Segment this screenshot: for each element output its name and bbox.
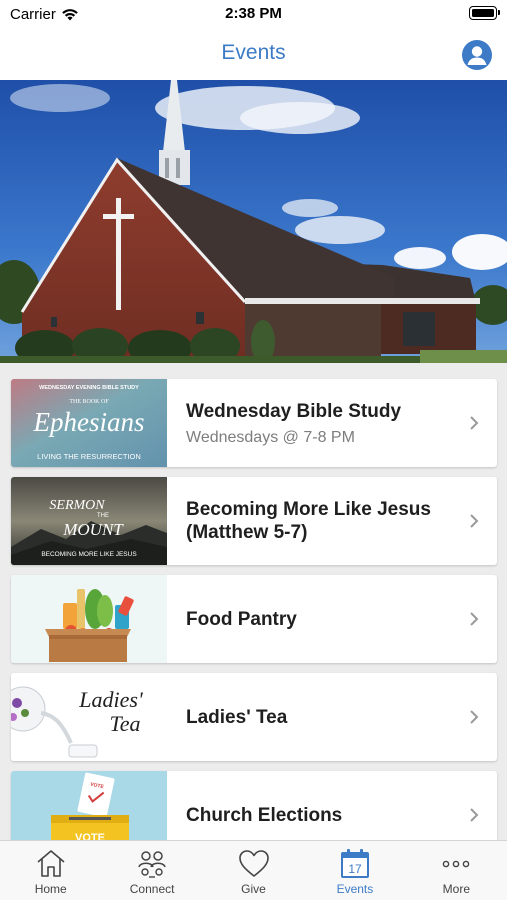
status-bar: Carrier 2:38 PM xyxy=(0,0,507,28)
calendar-icon: 17 xyxy=(340,849,369,878)
tab-give[interactable]: Give xyxy=(203,841,304,900)
chevron-right-icon xyxy=(470,514,479,528)
thumb-bottom-text: LIVING THE RESURRECTION xyxy=(37,452,141,461)
thumb-top-text: WEDNESDAY EVENING BIBLE STUDY xyxy=(39,385,139,391)
navigation-bar: Events xyxy=(0,28,507,80)
ephesians-thumbnail: WEDNESDAY EVENING BIBLE STUDY THE BOOK O… xyxy=(11,379,167,467)
event-card-becoming-more-like-jesus[interactable]: SERMON THE MOUNT BECOMING MORE LIKE JESU… xyxy=(11,477,497,565)
battery-icon xyxy=(469,6,500,20)
heart-icon xyxy=(238,850,269,877)
ballot-box-text: VOTE xyxy=(75,832,105,840)
thumb-line1-text: Ladies' xyxy=(78,687,143,712)
chevron-right-icon xyxy=(470,612,479,626)
thumb-mid-text: THE BOOK OF xyxy=(69,399,109,405)
calendar-day: 17 xyxy=(348,862,362,876)
tab-bar: Home Connect Give 17 Events More xyxy=(0,840,507,900)
teapot-thumbnail: Ladies' Tea xyxy=(11,673,167,761)
church-hero-image xyxy=(0,80,507,363)
page-title: Events xyxy=(221,41,286,64)
chevron-right-icon xyxy=(470,416,479,430)
thumb-line3-text: MOUNT xyxy=(62,520,124,539)
clock: 2:38 PM xyxy=(225,5,282,22)
event-card-church-elections[interactable]: VOTE VOTE Church Elections xyxy=(11,771,497,840)
chevron-right-icon xyxy=(470,808,479,822)
tab-label: Give xyxy=(241,882,266,896)
event-card-food-pantry[interactable]: Food Pantry xyxy=(11,575,497,663)
ballot-box-thumbnail: VOTE VOTE xyxy=(11,771,167,840)
tab-more[interactable]: More xyxy=(406,841,507,900)
thumb-line1-text: SERMON xyxy=(49,498,105,513)
tab-label: Events xyxy=(336,882,374,896)
event-title: Church Elections xyxy=(186,804,343,826)
event-subtitle: Wednesdays @ 7-8 PM xyxy=(186,428,355,446)
event-card-ladies-tea[interactable]: Ladies' Tea Ladies' Tea xyxy=(11,673,497,761)
thumb-main-text: Ephesians xyxy=(33,407,145,437)
tab-events[interactable]: 17 Events xyxy=(304,841,405,900)
profile-icon[interactable] xyxy=(462,40,492,70)
event-card-wednesday-bible-study[interactable]: WEDNESDAY EVENING BIBLE STUDY THE BOOK O… xyxy=(11,379,497,467)
tab-connect[interactable]: Connect xyxy=(101,841,202,900)
chevron-right-icon xyxy=(470,710,479,724)
home-icon xyxy=(37,850,65,877)
thumb-line2-text: Tea xyxy=(110,711,141,736)
tab-label: More xyxy=(442,882,470,896)
event-title: Becoming More Like Jesus (Matthew 5-7) xyxy=(186,499,431,543)
tab-label: Connect xyxy=(129,882,175,896)
sermon-on-the-mount-thumbnail: SERMON THE MOUNT BECOMING MORE LIKE JESU… xyxy=(11,477,167,565)
tab-home[interactable]: Home xyxy=(0,841,101,900)
thumb-bottom-text: BECOMING MORE LIKE JESUS xyxy=(41,551,137,558)
connect-icon xyxy=(138,851,166,878)
event-title: Ladies' Tea xyxy=(186,706,288,728)
food-box-thumbnail xyxy=(11,575,167,663)
event-title: Wednesday Bible Study xyxy=(186,400,402,422)
event-title: Food Pantry xyxy=(186,608,297,630)
thumb-line2-text: THE xyxy=(97,513,109,519)
tab-label: Home xyxy=(34,882,67,896)
event-list: WEDNESDAY EVENING BIBLE STUDY THE BOOK O… xyxy=(0,363,507,840)
more-icon xyxy=(443,860,470,868)
